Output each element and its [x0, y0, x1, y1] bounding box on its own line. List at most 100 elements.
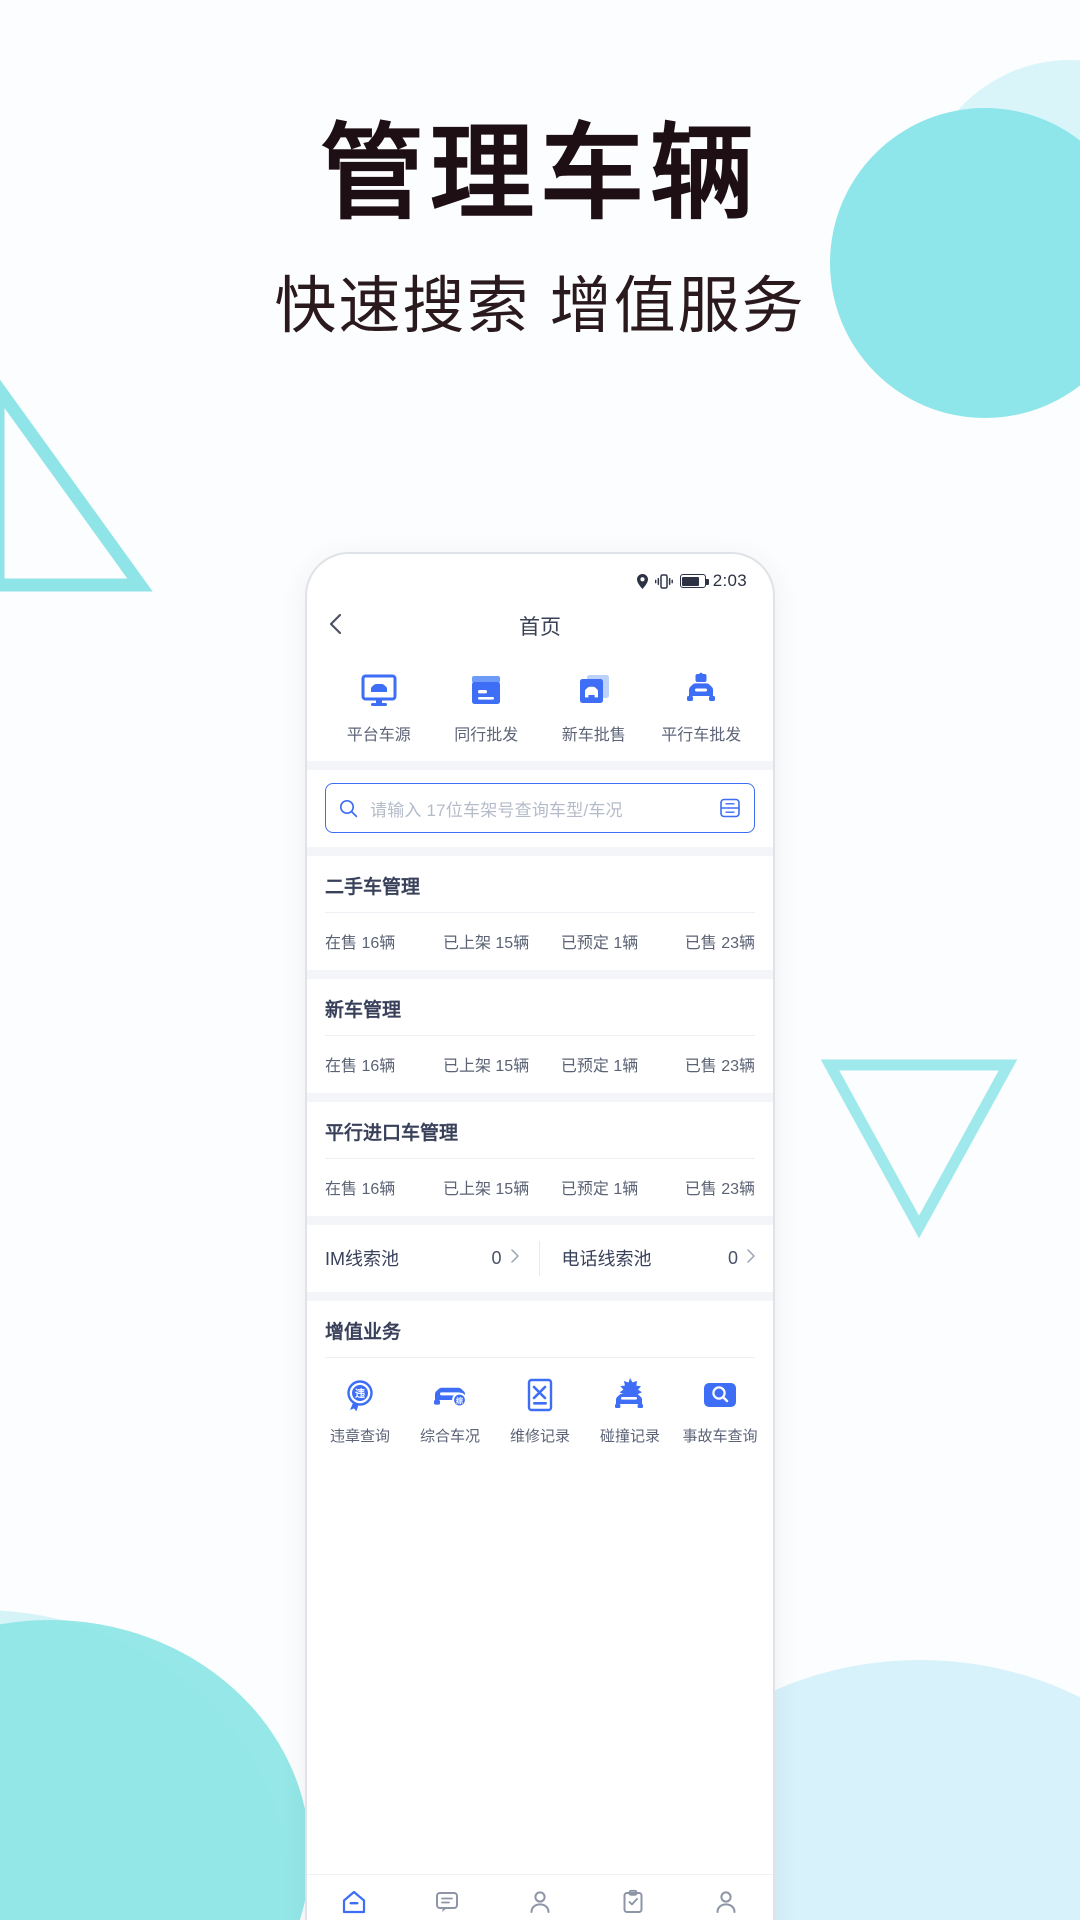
stat-cell[interactable]: 在售 16辆 — [325, 1175, 443, 1199]
stat-label: 已预定 — [560, 1058, 609, 1075]
stat-value: 23辆 — [721, 1181, 755, 1198]
car-condition-icon: 综 — [431, 1376, 469, 1414]
vas-section: 增值业务 — [307, 1301, 773, 1358]
deco-blob-bottom-left-light — [0, 1610, 290, 1920]
spacer — [307, 1472, 773, 1512]
stat-cell[interactable]: 已售 23辆 — [685, 1052, 755, 1076]
clue-pool-phone[interactable]: 电话线索池 0 — [540, 1225, 756, 1292]
quick-entry-label: 平行车批发 — [661, 727, 742, 744]
quick-entry-row: 平台车源 同行批发 新车批售 平行车批发 — [307, 654, 773, 761]
stat-label: 在售 — [325, 1058, 358, 1075]
collision-record-icon — [611, 1376, 649, 1414]
stat-cell[interactable]: 已上架 15辆 — [443, 929, 561, 953]
tab-messages[interactable]: 消息 — [400, 1889, 493, 1920]
vas-item-collision[interactable]: 碰撞记录 — [585, 1376, 675, 1446]
car-stack-icon — [574, 670, 614, 710]
stat-cell[interactable]: 已上架 15辆 — [443, 1052, 561, 1076]
stat-cell[interactable]: 已售 23辆 — [685, 1175, 755, 1199]
search-input[interactable]: 请输入 17位车架号查询车型/车况 — [325, 783, 755, 833]
profile-icon — [713, 1889, 739, 1915]
tab-profile[interactable]: 我的 — [680, 1889, 773, 1920]
divider — [307, 1093, 773, 1102]
stat-value: 1辆 — [613, 1181, 639, 1198]
stat-value: 1辆 — [613, 1058, 639, 1075]
stat-cell[interactable]: 已售 23辆 — [685, 929, 755, 953]
section-title: 新车管理 — [325, 1000, 402, 1021]
section-used-car: 二手车管理 在售 16辆 已上架 15辆 已预定 1辆 已售 23辆 — [307, 856, 773, 970]
vas-item-maintenance[interactable]: 维修记录 — [495, 1376, 585, 1446]
scan-vin-icon[interactable] — [719, 797, 741, 819]
stat-cell[interactable]: 在售 16辆 — [325, 929, 443, 953]
stat-value: 16辆 — [361, 1058, 396, 1075]
stat-value: 15辆 — [495, 1181, 530, 1198]
stat-label: 在售 — [325, 1181, 358, 1198]
stat-cell[interactable]: 在售 16辆 — [325, 1052, 443, 1076]
location-pin-icon — [636, 573, 648, 589]
monitor-car-icon — [359, 670, 399, 710]
divider — [307, 970, 773, 979]
svg-text:综: 综 — [456, 1396, 463, 1405]
status-bar: 2:03 — [307, 554, 773, 598]
stat-row: 在售 16辆 已上架 15辆 已预定 1辆 已售 23辆 — [325, 1159, 755, 1216]
divider — [307, 1292, 773, 1301]
stat-cell[interactable]: 已预定 1辆 — [561, 1175, 685, 1199]
clue-pool-count: 0 — [491, 1247, 502, 1268]
stat-label: 已上架 — [442, 935, 491, 952]
stat-value: 1辆 — [613, 935, 639, 952]
home-icon — [341, 1889, 367, 1915]
stat-label: 已预定 — [560, 935, 609, 952]
stat-label: 已售 — [684, 935, 717, 952]
clue-pool-row: IM线索池 0 电话线索池 0 — [325, 1225, 755, 1292]
stat-label: 已上架 — [442, 1181, 491, 1198]
search-placeholder: 请输入 17位车架号查询车型/车况 — [370, 800, 623, 820]
section-new-car: 新车管理 在售 16辆 已上架 15辆 已预定 1辆 已售 23辆 — [307, 979, 773, 1093]
maintenance-record-icon — [521, 1376, 559, 1414]
vas-label: 综合车况 — [419, 1428, 480, 1445]
stat-value: 16辆 — [361, 935, 396, 952]
promo-subtitle: 快速搜索 增值服务 — [274, 272, 806, 341]
tab-customers[interactable]: 客户 — [493, 1889, 586, 1920]
nav-bar: 首页 — [307, 598, 773, 654]
quick-entry-new-car-wholesale[interactable]: 新车批售 — [540, 670, 648, 745]
search-section: 请输入 17位车架号查询车型/车况 — [307, 770, 773, 847]
status-time: 2:03 — [712, 571, 747, 590]
stat-value: 16辆 — [361, 1181, 396, 1198]
accident-search-icon — [701, 1376, 739, 1414]
workbench-icon — [620, 1889, 646, 1915]
clue-pool-section: IM线索池 0 电话线索池 0 — [307, 1225, 773, 1292]
stat-label: 已上架 — [442, 1058, 491, 1075]
tab-workbench[interactable]: 工作台 — [587, 1889, 680, 1920]
stat-label: 已售 — [684, 1058, 717, 1075]
vas-item-accident-search[interactable]: 事故车查询 — [675, 1376, 765, 1446]
promo-page: 管理车辆 快速搜索 增值服务 2:03 首页 平台车源 同行批发 新车批售 平行… — [0, 0, 1080, 1920]
deco-triangle-right — [820, 1059, 1018, 1239]
chevron-right-icon — [510, 1248, 519, 1268]
page-title: 首页 — [519, 616, 561, 639]
quick-entry-peer-wholesale[interactable]: 同行批发 — [433, 670, 541, 745]
stat-cell[interactable]: 已预定 1辆 — [561, 929, 685, 953]
section-parallel-import-car: 平行进口车管理 在售 16辆 已上架 15辆 已预定 1辆 已售 23辆 — [307, 1102, 773, 1216]
clue-pool-im[interactable]: IM线索池 0 — [325, 1225, 539, 1292]
stat-row: 在售 16辆 已上架 15辆 已预定 1辆 已售 23辆 — [325, 913, 755, 970]
vas-item-violation[interactable]: 违 违章查询 — [315, 1376, 405, 1446]
vas-label: 碰撞记录 — [599, 1428, 660, 1445]
deco-triangle-left — [0, 380, 153, 592]
quick-entry-platform-source[interactable]: 平台车源 — [325, 670, 433, 745]
tab-home[interactable]: 首页 — [307, 1889, 400, 1920]
tab-bar: 首页 消息 — [307, 1874, 773, 1920]
vas-label: 维修记录 — [509, 1428, 570, 1445]
stat-cell[interactable]: 已预定 1辆 — [561, 1052, 685, 1076]
stat-value: 23辆 — [721, 1058, 755, 1075]
section-title: 平行进口车管理 — [325, 1123, 459, 1144]
divider — [307, 1216, 773, 1225]
quick-entry-parallel-wholesale[interactable]: 平行车批发 — [648, 670, 756, 745]
vas-item-condition[interactable]: 综 综合车况 — [405, 1376, 495, 1446]
deco-blob-bottom-left — [0, 1620, 310, 1920]
vas-grid: 违 违章查询 综 综合车况 维修记录 碰撞记录 事故车查询 — [307, 1358, 773, 1472]
quick-entry-label: 平台车源 — [346, 727, 411, 744]
section-title: 增值业务 — [325, 1322, 402, 1343]
message-icon — [434, 1889, 460, 1915]
stat-cell[interactable]: 已上架 15辆 — [443, 1175, 561, 1199]
stat-value: 15辆 — [495, 1058, 530, 1075]
stat-label: 已预定 — [560, 1181, 609, 1198]
